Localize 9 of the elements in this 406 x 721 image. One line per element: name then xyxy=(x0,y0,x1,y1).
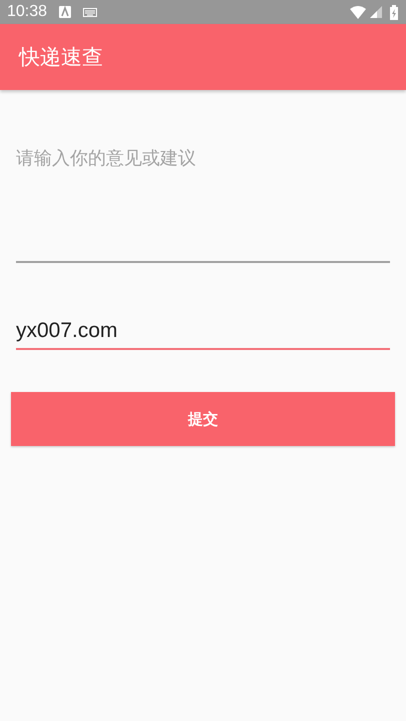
battery-icon xyxy=(390,4,398,20)
notification-icon xyxy=(59,6,72,18)
keyboard-icon xyxy=(83,8,98,16)
contact-field[interactable]: yx007.com xyxy=(16,314,390,350)
signal-icon xyxy=(370,6,382,18)
app-title: 快递速查 xyxy=(19,44,103,71)
clock-time: 10:38 xyxy=(7,3,48,21)
feedback-field[interactable]: 请输入你的意见或建议 xyxy=(16,140,390,263)
wifi-icon xyxy=(350,6,366,18)
